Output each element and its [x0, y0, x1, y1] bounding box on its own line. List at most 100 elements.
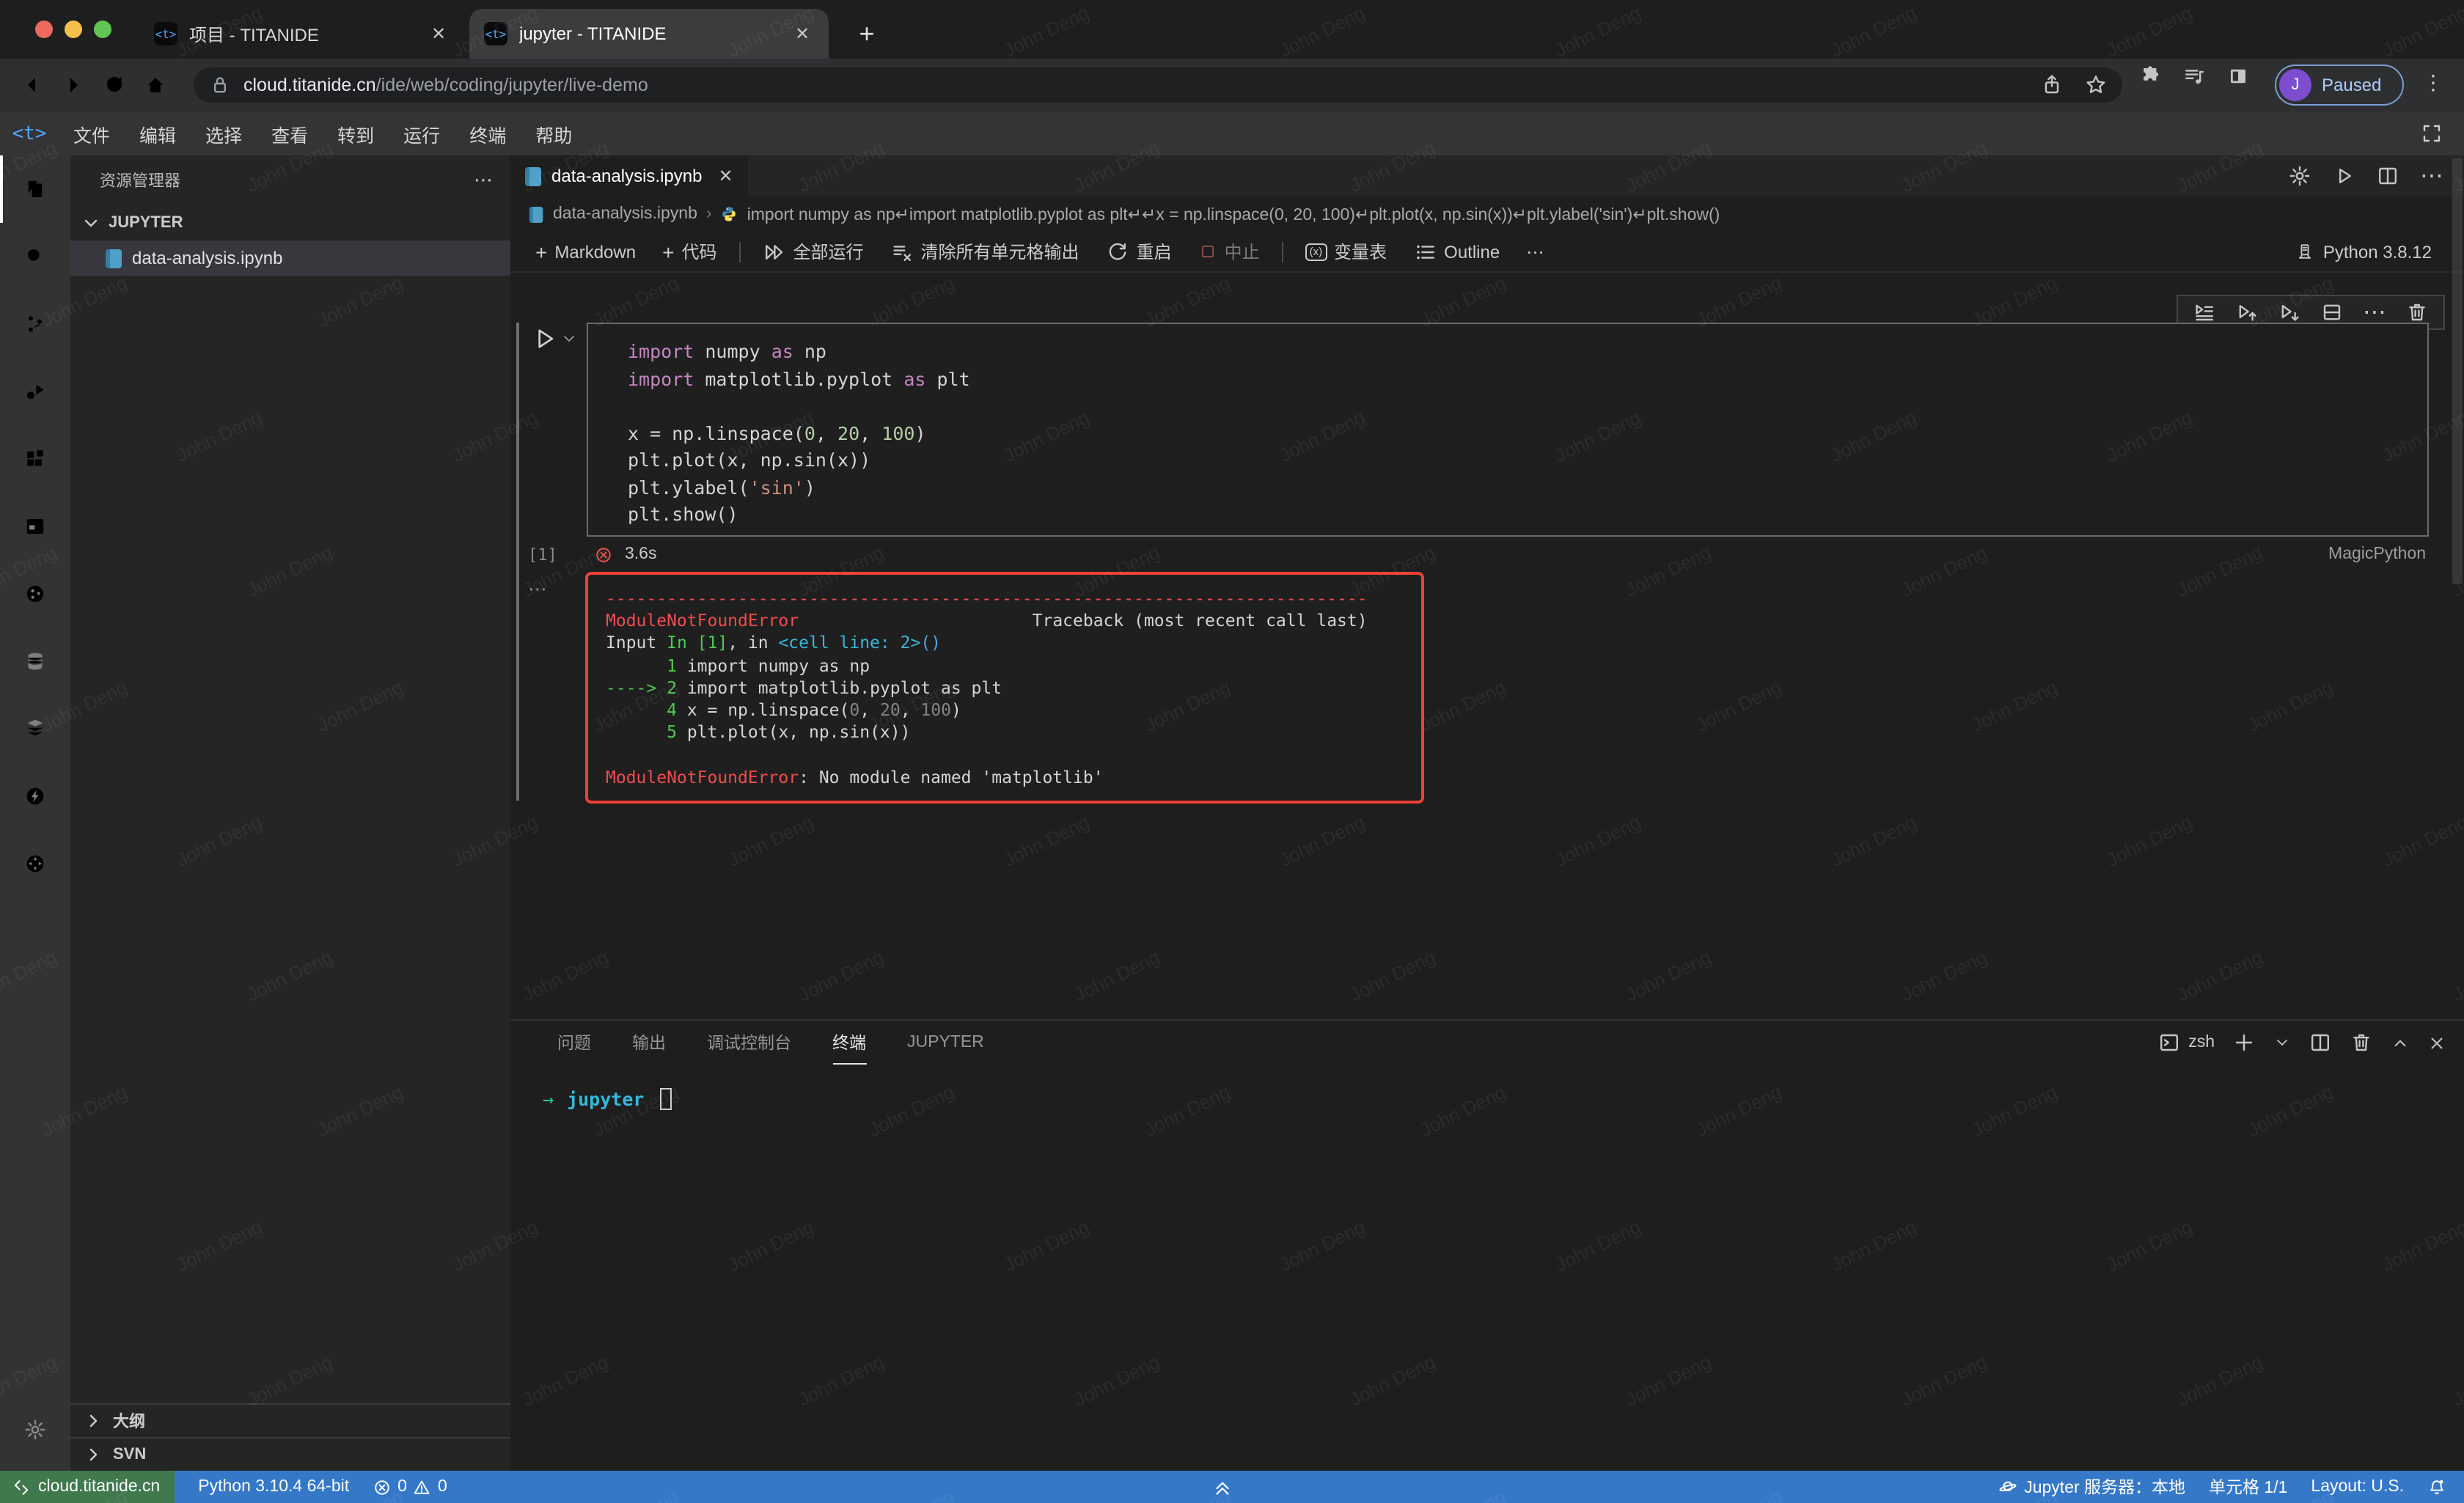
close-tab-icon[interactable]: ✕ — [427, 23, 450, 44]
menu-终端[interactable]: 终端 — [455, 125, 521, 146]
close-tab-icon[interactable]: ✕ — [791, 23, 814, 44]
layers-stack-icon[interactable] — [0, 695, 70, 762]
activity-bar — [0, 155, 70, 1471]
browser-tab-project[interactable]: <t> 项目 - TITANIDE ✕ — [139, 9, 465, 59]
layout-indicator-status[interactable]: Layout: U.S. — [2299, 1478, 2416, 1496]
preview-window-icon[interactable] — [0, 493, 70, 560]
share-icon[interactable] — [2040, 73, 2064, 97]
remote-indicator[interactable]: cloud.titanide.cn — [0, 1471, 175, 1503]
status-bar: cloud.titanide.cn Python 3.10.4 64-bit 0… — [0, 1471, 2464, 1503]
close-window-button[interactable] — [35, 21, 53, 38]
window-controls[interactable] — [35, 21, 111, 38]
manage-gear-icon[interactable] — [0, 1400, 70, 1459]
close-panel-icon[interactable] — [2427, 1033, 2446, 1052]
add-code-button[interactable]: +代码 — [652, 234, 727, 269]
fullscreen-icon[interactable] — [2420, 122, 2443, 145]
source-control-icon[interactable] — [0, 290, 70, 358]
run-notebook-icon[interactable] — [2332, 164, 2355, 188]
menu-选择[interactable]: 选择 — [191, 125, 257, 146]
browser-profile-button[interactable]: J Paused — [2275, 65, 2404, 106]
menu-查看[interactable]: 查看 — [257, 125, 323, 146]
variables-button[interactable]: 变量表 — [1295, 234, 1398, 269]
database-icon[interactable] — [0, 628, 70, 695]
extensions-icon[interactable] — [0, 425, 70, 493]
terminal-instance-badge[interactable]: zsh — [2157, 1031, 2215, 1054]
cell-code-editor[interactable]: import numpy as npimport matplotlib.pypl… — [587, 323, 2429, 537]
side-panel-icon[interactable] — [2226, 65, 2250, 88]
split-cell-icon[interactable] — [2320, 301, 2344, 324]
zoom-window-button[interactable] — [94, 21, 111, 38]
explorer-icon[interactable] — [0, 155, 70, 223]
toolbar-more-button[interactable]: ⋯ — [1516, 234, 1554, 269]
cell-indicator-status[interactable]: 单元格 1/1 — [2197, 1475, 2299, 1499]
maximize-panel-icon[interactable] — [2391, 1033, 2410, 1052]
new-tab-button[interactable]: + — [848, 15, 886, 53]
run-below-icon[interactable] — [2278, 301, 2301, 324]
panel-tab-问题[interactable]: 问题 — [557, 1021, 591, 1065]
sidebar-section-jupyter[interactable]: JUPYTER — [70, 205, 510, 240]
search-icon[interactable] — [0, 223, 70, 290]
terminal-prompt[interactable]: → jupyter — [543, 1088, 672, 1110]
back-icon[interactable] — [12, 65, 53, 106]
notebook-settings-gear-icon[interactable] — [2288, 164, 2311, 188]
outline-button[interactable]: Outline — [1403, 234, 1510, 269]
run-debug-icon[interactable] — [0, 358, 70, 425]
minimize-window-button[interactable] — [65, 21, 82, 38]
terminal-dropdown-icon[interactable] — [2273, 1034, 2291, 1051]
home-icon[interactable] — [135, 65, 176, 106]
menu-运行[interactable]: 运行 — [389, 125, 455, 146]
split-terminal-icon[interactable] — [2309, 1031, 2332, 1054]
panel-tab-调试控制台[interactable]: 调试控制台 — [707, 1021, 791, 1065]
forward-icon[interactable] — [53, 65, 94, 106]
remote-branch-icon[interactable] — [0, 560, 70, 628]
arrows-out-icon[interactable] — [0, 830, 70, 897]
extensions-puzzle-icon[interactable] — [2138, 65, 2162, 88]
address-bar[interactable]: cloud.titanide.cn/ide/web/coding/jupyter… — [194, 67, 2122, 103]
panel-tab-JUPYTER[interactable]: JUPYTER — [907, 1021, 984, 1065]
run-all-button[interactable]: 全部运行 — [752, 234, 874, 269]
file-item-notebook[interactable]: data-analysis.ipynb — [70, 240, 510, 276]
add-markdown-button[interactable]: +Markdown — [525, 234, 646, 269]
sidebar-more-icon[interactable]: ⋯ — [474, 169, 493, 192]
menu-帮助[interactable]: 帮助 — [521, 125, 587, 146]
editor-more-actions-icon[interactable]: ⋯ — [2420, 161, 2443, 191]
menu-转到[interactable]: 转到 — [323, 125, 389, 146]
lightning-icon[interactable] — [0, 762, 70, 830]
run-cell-icon[interactable] — [531, 326, 557, 352]
panel-tab-输出[interactable]: 输出 — [632, 1021, 666, 1065]
clear-outputs-button[interactable]: 清除所有单元格输出 — [880, 234, 1090, 269]
output-collapse-icon[interactable]: ⋯ — [528, 578, 547, 601]
editor-scrollbar-thumb[interactable] — [2452, 158, 2463, 584]
notifications-bell-icon[interactable] — [2416, 1477, 2464, 1496]
cell-language-mode[interactable]: MagicPython — [2328, 545, 2426, 563]
explorer-sidebar: 资源管理器 ⋯ JUPYTER data-analysis.ipynb 大纲 S… — [70, 155, 510, 1471]
kill-terminal-icon[interactable] — [2350, 1031, 2373, 1054]
problems-status[interactable]: 0 0 — [361, 1477, 459, 1496]
jupyter-server-status[interactable]: Jupyter 服务器：本地 — [1986, 1475, 2197, 1499]
panel-tab-终端[interactable]: 终端 — [832, 1021, 866, 1065]
run-cell-dropdown-icon[interactable] — [560, 330, 578, 348]
bookmark-star-icon[interactable] — [2084, 73, 2108, 97]
restart-button[interactable]: 重启 — [1096, 234, 1182, 269]
execute-cells-icon[interactable] — [2193, 301, 2216, 324]
media-playlist-icon[interactable] — [2182, 65, 2206, 88]
new-terminal-icon[interactable] — [2232, 1031, 2256, 1054]
kernel-picker[interactable]: Python 3.8.12 — [2295, 241, 2432, 262]
browser-menu-icon[interactable]: ⋮ — [2423, 70, 2443, 95]
reload-icon[interactable] — [94, 65, 135, 106]
restore-panel-chevrons-icon[interactable] — [1211, 1471, 1233, 1503]
split-editor-icon[interactable] — [2376, 164, 2399, 188]
close-editor-tab-icon[interactable]: ✕ — [718, 166, 733, 186]
python-interpreter-status[interactable]: Python 3.10.4 64-bit — [186, 1478, 361, 1496]
interrupt-button[interactable]: 中止 — [1188, 234, 1270, 269]
sidebar-section-outline[interactable]: 大纲 — [70, 1403, 510, 1437]
run-above-icon[interactable] — [2235, 301, 2259, 324]
sidebar-section-svn[interactable]: SVN — [70, 1437, 510, 1471]
menu-文件[interactable]: 文件 — [59, 125, 125, 146]
execution-count: [1] — [528, 545, 557, 565]
browser-tab-jupyter[interactable]: <t> jupyter - TITANIDE ✕ — [469, 9, 829, 59]
delete-cell-icon[interactable] — [2405, 301, 2429, 324]
breadcrumb[interactable]: data-analysis.ipynb › import numpy as np… — [510, 196, 2464, 232]
menu-编辑[interactable]: 编辑 — [125, 125, 191, 146]
editor-tab-notebook[interactable]: data-analysis.ipynb ✕ — [510, 155, 749, 196]
